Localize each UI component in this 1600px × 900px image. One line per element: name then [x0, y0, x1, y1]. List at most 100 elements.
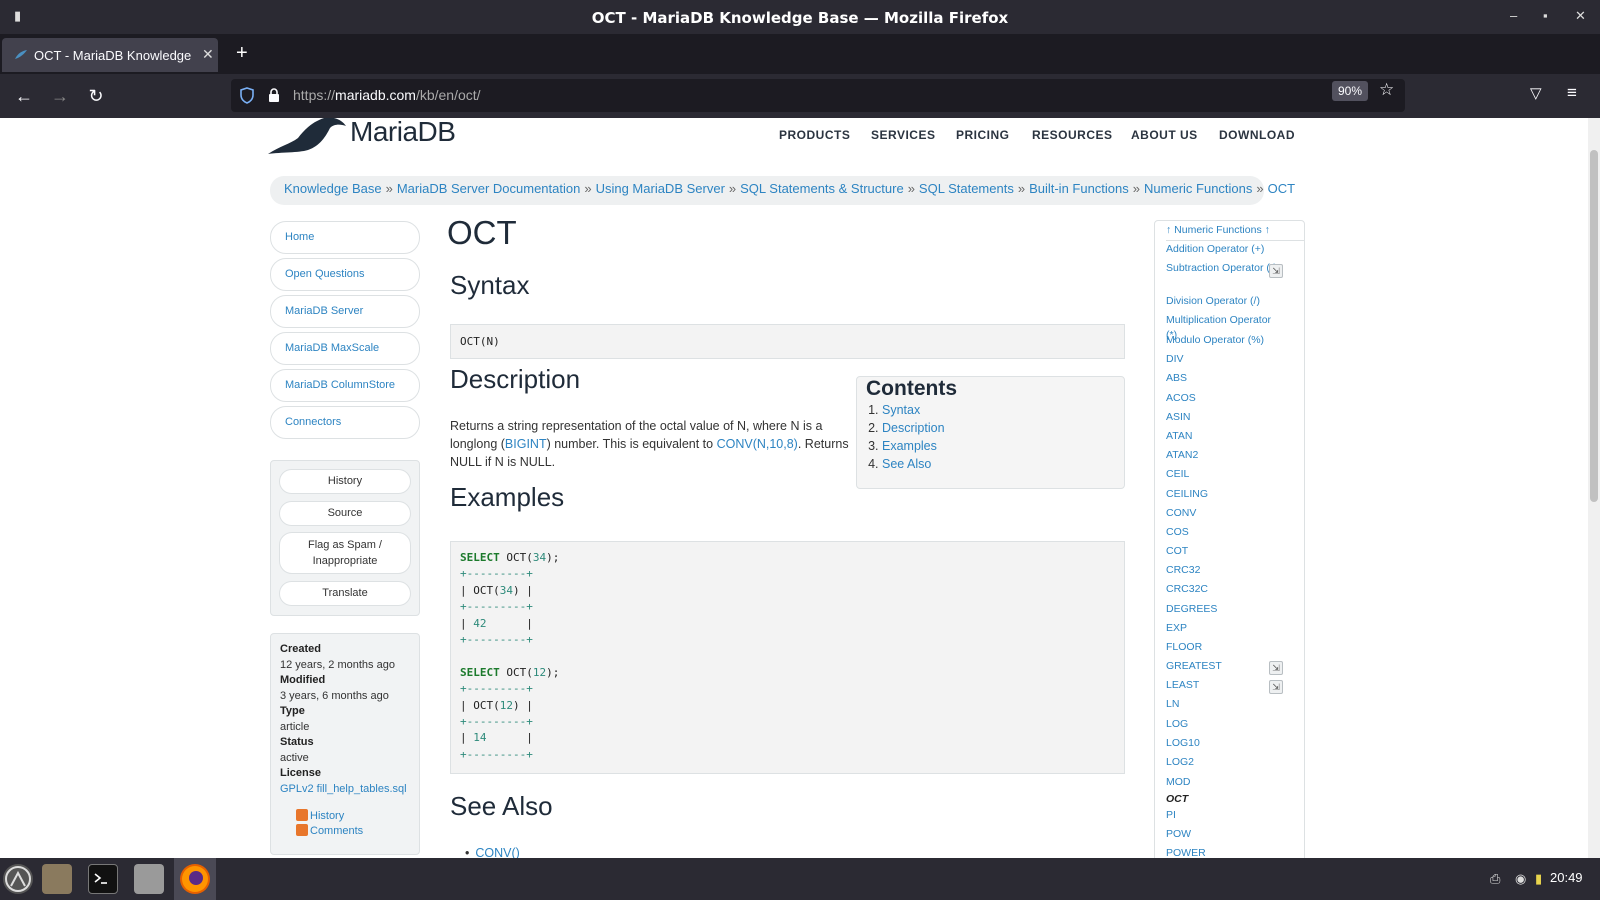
- history-feed-link[interactable]: History: [296, 809, 344, 825]
- right-nav-item[interactable]: POW: [1166, 827, 1284, 842]
- right-nav-item[interactable]: PI: [1166, 808, 1284, 823]
- left-nav-mariadb-maxscale[interactable]: MariaDB MaxScale: [270, 332, 420, 365]
- right-nav-item[interactable]: COS: [1166, 525, 1284, 540]
- conv-link[interactable]: CONV(N,10,8): [717, 437, 798, 451]
- expand-icon[interactable]: ⇲: [1269, 264, 1283, 278]
- right-nav-item[interactable]: Subtraction Operator (-): [1166, 261, 1284, 276]
- battery-icon[interactable]: ▮: [1535, 871, 1542, 887]
- url-text[interactable]: https://mariadb.com/kb/en/oct/: [293, 87, 481, 103]
- left-nav-connectors[interactable]: Connectors: [270, 406, 420, 439]
- url-bar[interactable]: https://mariadb.com/kb/en/oct/: [231, 79, 1405, 112]
- breadcrumb-link[interactable]: Knowledge Base: [284, 181, 382, 196]
- comments-feed-link[interactable]: Comments: [296, 824, 363, 840]
- left-nav-mariadb-columnstore[interactable]: MariaDB ColumnStore: [270, 369, 420, 402]
- mariadb-logo[interactable]: MariaDB: [268, 118, 500, 160]
- close-window-icon[interactable]: ✕: [1575, 8, 1586, 24]
- right-nav-item[interactable]: CONV: [1166, 506, 1284, 521]
- flag-spam-button[interactable]: Flag as Spam / Inappropriate: [279, 532, 411, 574]
- tab-oct[interactable]: OCT - MariaDB Knowledge Base ✕: [2, 38, 218, 72]
- app-menu-icon[interactable]: [3, 864, 33, 894]
- forward-icon[interactable]: →: [48, 84, 72, 108]
- right-nav-item[interactable]: CEILING: [1166, 487, 1284, 502]
- right-nav-item[interactable]: GREATEST: [1166, 659, 1284, 674]
- breadcrumb-link[interactable]: SQL Statements: [919, 181, 1014, 196]
- hamburger-menu-icon[interactable]: ≡: [1567, 83, 1577, 103]
- right-nav-item[interactable]: LOG: [1166, 717, 1284, 732]
- right-nav-item[interactable]: CRC32C: [1166, 582, 1284, 597]
- right-nav-item[interactable]: ATAN: [1166, 429, 1284, 444]
- translate-button[interactable]: Translate: [279, 581, 411, 606]
- right-nav-item[interactable]: Modulo Operator (%): [1166, 333, 1284, 348]
- right-nav-item[interactable]: EXP: [1166, 621, 1284, 636]
- table-of-contents: Contents Syntax Description Examples See…: [856, 376, 1125, 489]
- tab-close-icon[interactable]: ✕: [202, 46, 214, 63]
- license-link[interactable]: GPLv2 fill_help_tables.sql: [280, 783, 407, 795]
- right-nav-item[interactable]: Addition Operator (+): [1166, 242, 1284, 257]
- files-cabinet-icon[interactable]: [134, 864, 164, 894]
- pocket-icon[interactable]: ▽: [1530, 84, 1542, 102]
- right-nav-item[interactable]: FLOOR: [1166, 640, 1284, 655]
- right-nav-item[interactable]: LEAST: [1166, 678, 1284, 693]
- right-nav-item[interactable]: ABS: [1166, 371, 1284, 386]
- left-nav-mariadb-server[interactable]: MariaDB Server: [270, 295, 420, 328]
- breadcrumb-current[interactable]: OCT: [1268, 181, 1295, 196]
- firefox-icon[interactable]: [180, 864, 210, 894]
- expand-icon[interactable]: ⇲: [1269, 661, 1283, 675]
- reload-icon[interactable]: ↻: [84, 84, 108, 108]
- right-nav-item[interactable]: LN: [1166, 697, 1284, 712]
- page-scrollbar[interactable]: [1588, 118, 1600, 858]
- left-nav-home[interactable]: Home: [270, 221, 420, 254]
- breadcrumb-link[interactable]: Built-in Functions: [1029, 181, 1129, 196]
- minimize-icon[interactable]: –: [1510, 8, 1517, 23]
- breadcrumb-link[interactable]: Numeric Functions: [1144, 181, 1252, 196]
- toc-item-see-also[interactable]: See Also: [882, 457, 931, 471]
- right-nav-item[interactable]: CRC32: [1166, 563, 1284, 578]
- back-icon[interactable]: ←: [12, 84, 36, 108]
- source-button[interactable]: Source: [279, 501, 411, 526]
- right-nav-item[interactable]: ASIN: [1166, 410, 1284, 425]
- bookmark-star-icon[interactable]: ☆: [1379, 80, 1394, 100]
- nav-download[interactable]: DOWNLOAD: [1219, 128, 1295, 142]
- scrollbar-thumb[interactable]: [1590, 150, 1598, 502]
- right-nav-item[interactable]: DEGREES: [1166, 602, 1284, 617]
- toc-item-examples[interactable]: Examples: [882, 439, 937, 453]
- nav-about-us[interactable]: ABOUT US: [1131, 128, 1198, 142]
- left-nav-open-questions[interactable]: Open Questions: [270, 258, 420, 291]
- nav-resources[interactable]: RESOURCES: [1032, 128, 1113, 142]
- bigint-link[interactable]: BIGINT: [505, 437, 547, 451]
- right-nav-item[interactable]: ATAN2: [1166, 448, 1284, 463]
- right-nav-item[interactable]: POWER: [1166, 846, 1284, 858]
- nav-pricing[interactable]: PRICING: [956, 128, 1010, 142]
- wifi-icon[interactable]: ◉: [1515, 871, 1526, 887]
- toc-item-syntax[interactable]: Syntax: [882, 403, 920, 417]
- breadcrumb-link[interactable]: MariaDB Server Documentation: [397, 181, 581, 196]
- right-nav-item[interactable]: Division Operator (/): [1166, 294, 1284, 309]
- tracking-shield-icon[interactable]: [239, 87, 255, 104]
- lock-icon[interactable]: [267, 87, 281, 104]
- printer-icon[interactable]: ⎙: [1490, 871, 1500, 887]
- breadcrumb-link[interactable]: Using MariaDB Server: [596, 181, 725, 196]
- right-nav-item[interactable]: LOG2: [1166, 755, 1284, 770]
- right-nav-item[interactable]: DIV: [1166, 352, 1284, 367]
- expand-icon[interactable]: ⇲: [1269, 680, 1283, 694]
- toc-item-description[interactable]: Description: [882, 421, 945, 435]
- maximize-icon[interactable]: ▪: [1543, 8, 1548, 23]
- parent-numeric-functions-link[interactable]: ↑ Numeric Functions ↑: [1166, 224, 1304, 241]
- right-nav-item[interactable]: ACOS: [1166, 391, 1284, 406]
- syntax-heading: Syntax: [450, 270, 530, 300]
- zoom-level-button[interactable]: 90%: [1332, 81, 1368, 101]
- new-tab-icon[interactable]: +: [236, 42, 248, 65]
- terminal-icon[interactable]: [88, 864, 118, 894]
- nav-products[interactable]: PRODUCTS: [779, 128, 850, 142]
- right-nav-item[interactable]: MOD: [1166, 775, 1284, 790]
- see-also-conv-link[interactable]: CONV(): [475, 846, 519, 858]
- breadcrumb-link[interactable]: SQL Statements & Structure: [740, 181, 904, 196]
- nav-services[interactable]: SERVICES: [871, 128, 935, 142]
- right-nav-item[interactable]: LOG10: [1166, 736, 1284, 751]
- tab-label: OCT - MariaDB Knowledge Base: [34, 48, 194, 63]
- history-button[interactable]: History: [279, 469, 411, 494]
- right-nav-item[interactable]: CEIL: [1166, 467, 1284, 482]
- description-text: Returns a string representation of the o…: [450, 419, 849, 469]
- file-manager-icon[interactable]: [42, 864, 72, 894]
- right-nav-item[interactable]: COT: [1166, 544, 1284, 559]
